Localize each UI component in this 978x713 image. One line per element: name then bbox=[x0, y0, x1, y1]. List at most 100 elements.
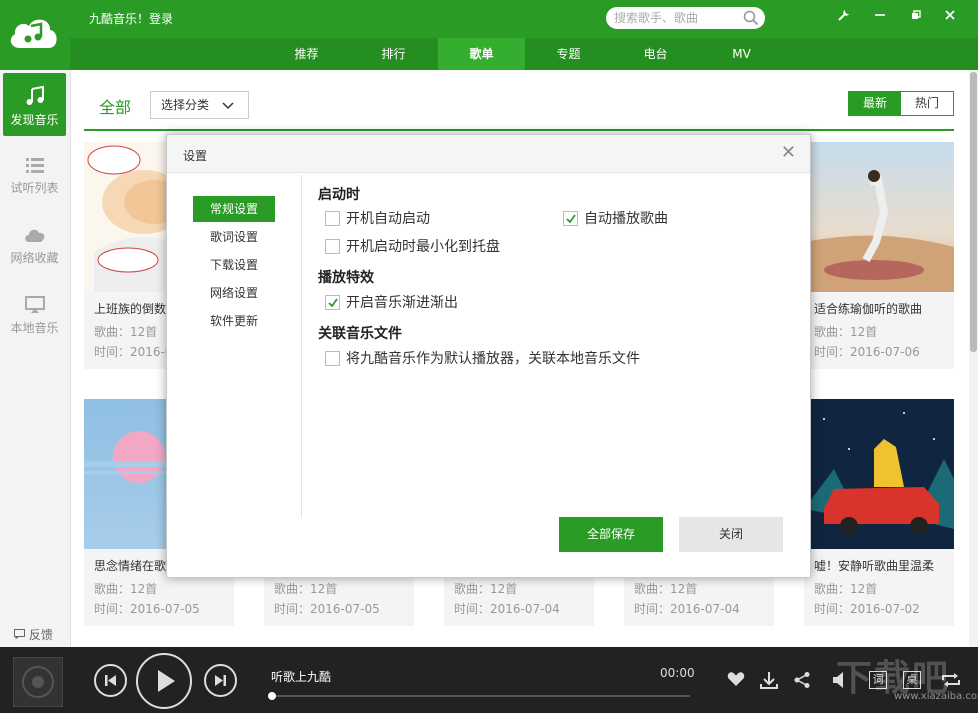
divider bbox=[84, 129, 954, 131]
search-box bbox=[606, 7, 765, 29]
cover-image bbox=[804, 399, 954, 549]
chevron-down-icon bbox=[222, 102, 234, 110]
minimize-icon[interactable] bbox=[870, 8, 890, 28]
auto-play-checkbox[interactable]: 自动播放歌曲 bbox=[563, 210, 763, 228]
section-startup: 启动时 bbox=[318, 187, 360, 203]
sidebar-item-discover[interactable]: 发现音乐 bbox=[3, 73, 66, 136]
title-bar: 九酷音乐！登录 推荐 排行 歌单 专题 电台 MV bbox=[0, 0, 978, 70]
restore-icon[interactable] bbox=[906, 8, 926, 28]
card-date: 时间：2016-07-04 bbox=[454, 602, 560, 616]
checkbox-checked-icon bbox=[325, 295, 340, 310]
card-song-count: 歌曲：12首 bbox=[454, 582, 518, 596]
card-song-count: 歌曲：12首 bbox=[94, 582, 158, 596]
card-song-count: 歌曲：12首 bbox=[274, 582, 338, 596]
card-date: 时间：2016-07-05 bbox=[94, 602, 200, 616]
sidebar-item-local[interactable]: 本地音乐 bbox=[3, 283, 66, 346]
checkbox-unchecked-icon bbox=[325, 239, 340, 254]
dialog-divider bbox=[301, 175, 302, 518]
tab-mv[interactable]: MV bbox=[698, 38, 785, 70]
list-icon bbox=[25, 158, 44, 173]
default-player-checkbox[interactable]: 将九酷音乐作为默认播放器，关联本地音乐文件 bbox=[325, 350, 655, 368]
card-date: 时间：2016-07-05 bbox=[274, 602, 380, 616]
dialog-close-icon[interactable]: ✕ bbox=[781, 144, 796, 162]
player-bar: 听歌上九酷 00:00 词 桌 bbox=[0, 647, 978, 713]
download-icon[interactable] bbox=[760, 671, 778, 692]
fade-checkbox[interactable]: 开启音乐渐进渐出 bbox=[325, 294, 565, 312]
elapsed-time: 00:00 bbox=[660, 666, 695, 680]
cover-image bbox=[804, 142, 954, 292]
heart-icon[interactable] bbox=[727, 671, 745, 690]
checkbox-unchecked-icon bbox=[325, 351, 340, 366]
tab-topics[interactable]: 专题 bbox=[525, 38, 612, 70]
play-button[interactable] bbox=[136, 653, 192, 709]
sort-toggle: 最新 热门 bbox=[848, 91, 954, 116]
section-association: 关联音乐文件 bbox=[318, 326, 402, 342]
monitor-icon bbox=[24, 296, 45, 313]
tab-ranking[interactable]: 排行 bbox=[350, 38, 437, 70]
minimize-tray-checkbox[interactable]: 开机启动时最小化到托盘 bbox=[325, 238, 565, 256]
sidebar-item-label: 本地音乐 bbox=[10, 321, 59, 335]
card-date: 时间：2016-07-02 bbox=[814, 602, 920, 616]
dialog-header: 设置 ✕ bbox=[167, 135, 810, 173]
play-icon bbox=[158, 670, 175, 692]
search-input[interactable] bbox=[614, 10, 742, 26]
previous-button[interactable] bbox=[94, 664, 127, 697]
login-link[interactable]: 九酷音乐！登录 bbox=[89, 10, 173, 27]
card-song-count: 歌曲：12首 bbox=[814, 325, 878, 339]
checkbox-checked-icon bbox=[563, 211, 578, 226]
category-all[interactable]: 全部 bbox=[99, 94, 131, 118]
sidebar-item-label: 发现音乐 bbox=[10, 113, 59, 127]
section-effects: 播放特效 bbox=[318, 270, 374, 286]
feedback-link[interactable]: 反馈 bbox=[14, 626, 53, 643]
card-date: 时间：2016-0 bbox=[94, 345, 173, 359]
search-icon[interactable] bbox=[743, 10, 759, 26]
checkbox-unchecked-icon bbox=[325, 211, 340, 226]
card-song-count: 歌曲：12首 bbox=[634, 582, 698, 596]
sidebar-item-playlist[interactable]: 试听列表 bbox=[3, 143, 66, 206]
track-title: 听歌上九酷 bbox=[271, 670, 332, 684]
sort-hot-button[interactable]: 热门 bbox=[901, 92, 953, 115]
sidebar-item-label: 网络收藏 bbox=[10, 251, 59, 265]
share-icon[interactable] bbox=[793, 671, 811, 692]
settings-nav-general[interactable]: 常规设置 bbox=[193, 196, 275, 222]
save-all-button[interactable]: 全部保存 bbox=[559, 517, 663, 552]
close-icon[interactable] bbox=[940, 8, 960, 28]
scroll-thumb[interactable] bbox=[970, 72, 977, 352]
settings-nav-lyrics[interactable]: 歌词设置 bbox=[193, 224, 275, 250]
tab-recommend[interactable]: 推荐 bbox=[263, 38, 350, 70]
auto-start-checkbox[interactable]: 开机自动启动 bbox=[325, 210, 525, 228]
previous-icon bbox=[105, 675, 116, 686]
chat-bubble-icon bbox=[14, 629, 25, 640]
settings-wrench-icon[interactable] bbox=[834, 8, 854, 28]
category-select[interactable]: 选择分类 bbox=[150, 91, 249, 119]
settings-nav-download[interactable]: 下载设置 bbox=[193, 252, 275, 278]
settings-nav-network[interactable]: 网络设置 bbox=[193, 280, 275, 306]
app-logo bbox=[6, 12, 62, 52]
dialog-title: 设置 bbox=[183, 149, 208, 163]
sidebar: 发现音乐 试听列表 网络收藏 本地音乐 反馈 bbox=[0, 70, 71, 647]
card-date: 时间：2016-07-04 bbox=[634, 602, 740, 616]
tab-playlists[interactable]: 歌单 bbox=[438, 38, 525, 70]
cloud-icon bbox=[24, 229, 44, 242]
sort-latest-button[interactable]: 最新 bbox=[849, 92, 901, 115]
next-button[interactable] bbox=[204, 664, 237, 697]
music-note-icon bbox=[26, 85, 44, 105]
playlist-card[interactable]: 嘘！安静听歌曲里温柔 歌曲：12首 时间：2016-07-02 bbox=[804, 399, 954, 626]
settings-dialog: 设置 ✕ 常规设置 歌词设置 下载设置 网络设置 软件更新 启动时 开机自动启动… bbox=[166, 134, 811, 578]
sidebar-item-label: 试听列表 bbox=[10, 181, 59, 195]
sidebar-item-favorites[interactable]: 网络收藏 bbox=[3, 213, 66, 276]
progress-knob[interactable] bbox=[268, 692, 276, 700]
settings-nav-update[interactable]: 软件更新 bbox=[193, 308, 275, 334]
scrollbar[interactable] bbox=[969, 70, 978, 647]
playlist-card[interactable]: 适合练瑜伽听的歌曲 歌曲：12首 时间：2016-07-06 bbox=[804, 142, 954, 369]
card-title: 嘘！安静听歌曲里温柔 bbox=[814, 559, 935, 573]
next-icon bbox=[215, 675, 226, 686]
progress-bar[interactable] bbox=[268, 692, 690, 700]
card-date: 时间：2016-07-06 bbox=[814, 345, 920, 359]
card-song-count: 歌曲：12首 bbox=[814, 582, 878, 596]
album-art[interactable] bbox=[13, 657, 63, 707]
close-button[interactable]: 关闭 bbox=[679, 517, 783, 552]
tab-radio[interactable]: 电台 bbox=[612, 38, 699, 70]
watermark: 下载吧 www.xiazaiba.com bbox=[836, 658, 978, 702]
main-nav: 推荐 排行 歌单 专题 电台 MV bbox=[70, 38, 978, 70]
